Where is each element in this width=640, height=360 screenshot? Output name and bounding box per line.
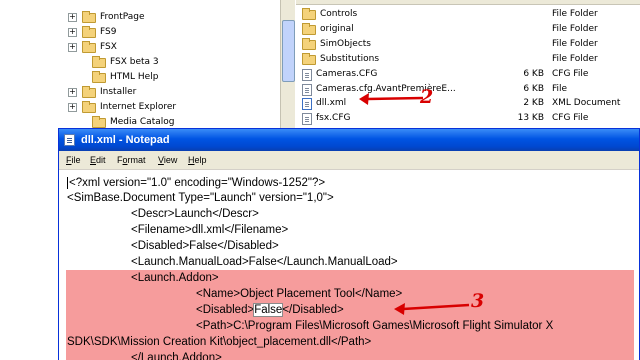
expand-icon[interactable]: + [68,43,77,52]
tree-item-label: Installer [100,87,137,97]
expand-icon[interactable]: + [68,13,77,22]
menu-format[interactable]: Format [117,151,146,169]
code-line: </Launch.Addon> [131,352,222,360]
folder-icon [82,10,96,23]
text-caret [67,176,68,189]
code-line: <Launch.Addon> [131,272,219,284]
selected-text[interactable]: False [253,303,284,317]
notepad-window: dll.xml - Notepad File Edit Format View … [58,128,640,360]
explorer-window: + FrontPage + FS9 + FSX FSX beta 3 HTML … [0,0,640,130]
file-icon [302,83,312,96]
file-row[interactable]: Cameras.cfg.AvantPremièreE... 6 KB File [302,82,638,97]
code-line-text: <?xml version="1.0" encoding="Windows-12… [69,177,326,189]
folder-icon [302,37,316,50]
folder-icon [92,115,106,128]
file-row[interactable]: Substitutions File Folder [302,52,638,67]
code-line: <Disabled>False</Disabled> [131,240,279,252]
code-line: <?xml version="1.0" encoding="Windows-12… [67,175,325,191]
folder-icon [82,100,96,113]
scrollbar-thumb[interactable] [282,20,295,82]
tree-item-label: HTML Help [110,72,159,82]
notepad-icon [64,134,75,146]
menu-edit-label: dit [96,155,106,165]
code-text: <Disabled> [196,304,255,316]
folder-icon [302,52,316,65]
file-type: File Folder [552,39,598,49]
file-size: 13 KB [517,113,544,123]
tree-item-label: Internet Explorer [100,102,177,112]
column-header[interactable] [296,0,640,5]
file-type: CFG File [552,69,589,79]
file-row[interactable]: original File Folder [302,22,638,37]
code-line: <Path>C:\Program Files\Microsoft Games\M… [196,320,554,332]
menu-view[interactable]: View [158,151,177,169]
menu-help[interactable]: Help [188,151,207,169]
file-icon [302,68,312,81]
file-type: File [552,84,568,94]
menu-view-label: iew [163,155,178,165]
folder-icon [82,85,96,98]
menu-edit[interactable]: Edit [90,151,106,169]
file-size: 6 KB [523,84,544,94]
folder-icon [302,22,316,35]
tree-item-label: FSX beta 3 [110,57,159,67]
file-type: File Folder [552,9,598,19]
code-text: </Disabled> [282,304,344,316]
code-line-disabled: <Disabled>False</Disabled> [196,302,344,318]
menu-help-label: elp [194,155,207,165]
file-type: File Folder [552,54,598,64]
folder-icon [82,40,96,53]
annotation-number-3: 3 [471,290,485,312]
code-line: <SimBase.Document Type="Launch" version=… [67,192,334,204]
file-list: Controls File Folder original File Folde… [296,0,640,130]
file-type: CFG File [552,113,589,123]
xml-file-icon [302,97,312,110]
folder-icon [92,70,106,83]
file-name: fsx.CFG [316,113,351,123]
file-row[interactable]: Controls File Folder [302,7,638,22]
file-size: 6 KB [523,69,544,79]
tree-scrollbar[interactable] [280,0,295,130]
menu-format-label: Format [117,155,146,165]
menu-file[interactable]: File [66,151,81,169]
expand-icon[interactable]: + [68,103,77,112]
folder-icon [92,55,106,68]
file-name: Cameras.CFG [316,69,378,79]
file-row[interactable]: SimObjects File Folder [302,37,638,52]
menu-bar: File Edit Format View Help [59,151,639,170]
code-line: <Filename>dll.xml</Filename> [131,224,289,236]
text-editor[interactable]: <?xml version="1.0" encoding="Windows-12… [59,170,639,360]
annotation-arrow-2 [359,93,424,105]
file-name: original [320,24,354,34]
expand-icon[interactable]: + [68,88,77,97]
tree-item-label: FSX [100,42,117,52]
code-line: <Name>Object Placement Tool</Name> [196,288,403,300]
tree-item-label: FS9 [100,27,117,37]
menu-file-label: ile [71,155,81,165]
code-line: <Descr>Launch</Descr> [131,208,259,220]
file-type: File Folder [552,24,598,34]
title-bar[interactable]: dll.xml - Notepad [59,129,639,151]
folder-icon [302,7,316,20]
file-name: Substitutions [320,54,380,64]
file-row[interactable]: Cameras.CFG 6 KB CFG File [302,67,638,82]
file-size: 2 KB [523,98,544,108]
code-line: SDK\SDK\Mission Creation Kit\object_plac… [67,336,372,348]
window-title: dll.xml - Notepad [81,134,170,146]
file-row[interactable]: fsx.CFG 13 KB CFG File [302,111,638,126]
folder-tree: + FrontPage + FS9 + FSX FSX beta 3 HTML … [58,0,290,130]
expand-icon[interactable]: + [68,28,77,37]
folder-icon [82,25,96,38]
file-type: XML Document [552,98,621,108]
file-row-dll-xml[interactable]: dll.xml 2 KB XML Document [302,96,638,111]
file-icon [302,112,312,125]
annotation-number-2: 2 [420,86,434,108]
file-name: SimObjects [320,39,371,49]
annotation-arrow-3 [394,303,470,315]
file-name: Controls [320,9,358,19]
file-name: dll.xml [316,98,347,108]
code-line: <Launch.ManualLoad>False</Launch.ManualL… [131,256,398,268]
tree-item-label: FrontPage [100,12,145,22]
